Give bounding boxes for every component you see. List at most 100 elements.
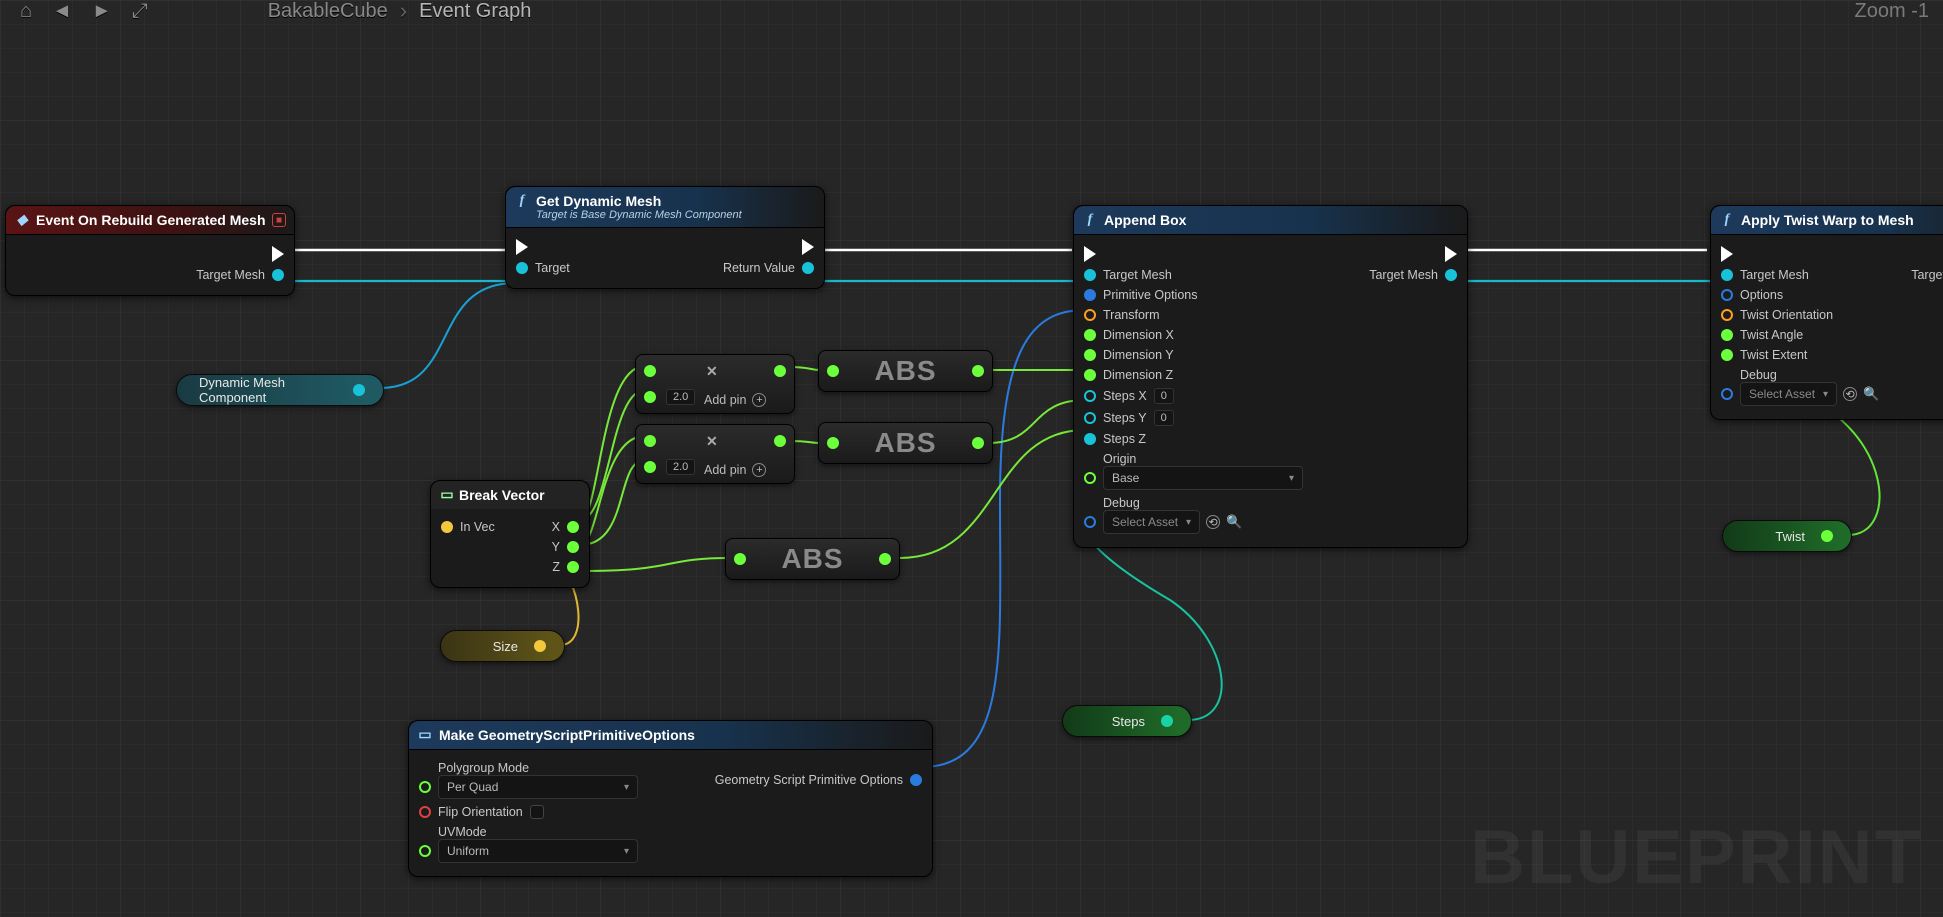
pin-origin[interactable] bbox=[1084, 472, 1096, 484]
pin-targetmesh[interactable] bbox=[1721, 269, 1733, 281]
stepsx-val[interactable]: 0 bbox=[1154, 388, 1174, 404]
node-title: Break Vector bbox=[459, 487, 545, 503]
uvmode-dropdown[interactable]: Uniform▾ bbox=[438, 839, 638, 863]
pin-stepsz[interactable] bbox=[1084, 433, 1096, 445]
node-apply-twist[interactable]: f Apply Twist Warp to Mesh Target Mesh T… bbox=[1710, 205, 1943, 420]
pin-in-1[interactable] bbox=[644, 461, 656, 473]
node-make-primitive-options[interactable]: ▭ Make GeometryScriptPrimitiveOptions Po… bbox=[408, 720, 933, 877]
breadcrumb-root[interactable]: BakableCube bbox=[268, 0, 388, 23]
exec-out[interactable] bbox=[802, 239, 814, 255]
pin-out[interactable] bbox=[879, 553, 891, 565]
pin-out[interactable] bbox=[774, 435, 786, 447]
pin-x[interactable] bbox=[567, 521, 579, 533]
pin-out[interactable] bbox=[972, 437, 984, 449]
exec-in[interactable] bbox=[1721, 246, 1733, 262]
pin-in-1[interactable] bbox=[644, 391, 656, 403]
chevron-down-icon: ▾ bbox=[1823, 389, 1828, 400]
search-icon[interactable]: 🔍 bbox=[1226, 514, 1242, 530]
pin-in[interactable] bbox=[827, 365, 839, 377]
node-abs-1[interactable]: ABS bbox=[818, 350, 993, 392]
pin-y[interactable] bbox=[567, 541, 579, 553]
var-steps[interactable]: Steps bbox=[1062, 705, 1192, 737]
pin-options[interactable] bbox=[1721, 289, 1733, 301]
pin-angle[interactable] bbox=[1721, 329, 1733, 341]
mul-value[interactable]: 2.0 bbox=[666, 459, 695, 475]
origin-dropdown[interactable]: Base▾ bbox=[1103, 466, 1303, 490]
exec-in[interactable] bbox=[516, 239, 528, 255]
pin-uvmode[interactable] bbox=[419, 845, 431, 857]
pin-out-targetmesh[interactable] bbox=[1445, 269, 1457, 281]
home-icon[interactable]: ⌂ bbox=[20, 0, 32, 23]
function-icon: f bbox=[1719, 212, 1735, 228]
pin-debug[interactable] bbox=[1084, 516, 1096, 528]
var-twist[interactable]: Twist bbox=[1722, 520, 1852, 552]
pin-out[interactable] bbox=[534, 640, 546, 652]
pin-in-0[interactable] bbox=[644, 435, 656, 447]
pin-out[interactable] bbox=[972, 365, 984, 377]
toolbar: ⌂ ◄ ► ⤢ BakableCube › Event Graph bbox=[0, 0, 1943, 22]
pin-dimz[interactable] bbox=[1084, 369, 1096, 381]
stop-icon[interactable]: ■ bbox=[272, 213, 286, 227]
pin-debug[interactable] bbox=[1721, 388, 1733, 400]
node-abs-3[interactable]: ABS bbox=[725, 538, 900, 580]
pin-in-label: In Vec bbox=[460, 520, 495, 534]
pin-flip[interactable] bbox=[419, 806, 431, 818]
pin-dimy[interactable] bbox=[1084, 349, 1096, 361]
reset-icon[interactable]: ⟲ bbox=[1206, 515, 1220, 529]
multiply-icon: ✕ bbox=[706, 363, 718, 380]
pin-out[interactable] bbox=[1821, 530, 1833, 542]
forward-icon[interactable]: ► bbox=[92, 0, 112, 23]
var-size[interactable]: Size bbox=[440, 630, 565, 662]
node-multiply-a[interactable]: ✕ 2.0 Add pin + bbox=[635, 354, 795, 414]
pin-extent[interactable] bbox=[1721, 349, 1733, 361]
reset-icon[interactable]: ⟲ bbox=[1843, 387, 1857, 401]
polymode-dropdown[interactable]: Per Quad▾ bbox=[438, 775, 638, 799]
search-icon[interactable]: 🔍 bbox=[1863, 386, 1879, 402]
pin-in-vec[interactable] bbox=[441, 521, 453, 533]
breadcrumb-leaf[interactable]: Event Graph bbox=[419, 0, 531, 23]
exec-in[interactable] bbox=[1084, 246, 1096, 262]
back-icon[interactable]: ◄ bbox=[52, 0, 72, 23]
node-get-dynamic-mesh[interactable]: f Get Dynamic Mesh Target is Base Dynami… bbox=[505, 186, 825, 289]
pin-out-targetmesh[interactable] bbox=[272, 269, 284, 281]
struct-icon: ▭ bbox=[417, 727, 433, 743]
pin-z[interactable] bbox=[567, 561, 579, 573]
var-dynamic-mesh-component[interactable]: Dynamic Mesh Component bbox=[176, 374, 384, 406]
exec-out[interactable] bbox=[1445, 246, 1457, 262]
breadcrumb[interactable]: BakableCube › Event Graph bbox=[268, 0, 532, 24]
pin-out[interactable] bbox=[774, 365, 786, 377]
node-event-rebuild[interactable]: ◆ Event On Rebuild Generated Mesh ■ Targ… bbox=[5, 205, 295, 296]
node-break-vector[interactable]: ▭ Break Vector In Vec X Y Z bbox=[430, 480, 590, 588]
add-pin[interactable]: Add pin + bbox=[704, 393, 766, 407]
pin-transform[interactable] bbox=[1084, 309, 1096, 321]
pin-targetmesh[interactable] bbox=[1084, 269, 1096, 281]
pin-stepsy[interactable] bbox=[1084, 412, 1096, 424]
pin-out[interactable] bbox=[353, 384, 365, 396]
pin-return[interactable] bbox=[802, 262, 814, 274]
pin-in[interactable] bbox=[827, 437, 839, 449]
plus-icon: + bbox=[752, 393, 766, 407]
pin-in[interactable] bbox=[734, 553, 746, 565]
expand-icon[interactable]: ⤢ bbox=[132, 0, 148, 23]
flip-checkbox[interactable] bbox=[530, 805, 544, 819]
mul-value[interactable]: 2.0 bbox=[666, 389, 695, 405]
node-append-box[interactable]: f Append Box Target Mesh Target Mesh Pri… bbox=[1073, 205, 1468, 548]
pin-out[interactable] bbox=[1161, 715, 1173, 727]
pin-out[interactable] bbox=[910, 774, 922, 786]
pin-y-label: Y bbox=[552, 540, 560, 554]
stepsy-val[interactable]: 0 bbox=[1154, 410, 1174, 426]
debug-dropdown[interactable]: Select Asset▾ bbox=[1103, 510, 1200, 534]
pin-primopts[interactable] bbox=[1084, 289, 1096, 301]
chevron-down-icon: ▾ bbox=[1289, 473, 1294, 484]
pin-stepsx[interactable] bbox=[1084, 390, 1096, 402]
node-abs-2[interactable]: ABS bbox=[818, 422, 993, 464]
pin-target[interactable] bbox=[516, 262, 528, 274]
debug-dropdown[interactable]: Select Asset▾ bbox=[1740, 382, 1837, 406]
pin-in-0[interactable] bbox=[644, 365, 656, 377]
node-multiply-b[interactable]: ✕ 2.0 Add pin + bbox=[635, 424, 795, 484]
exec-out[interactable] bbox=[272, 246, 284, 262]
pin-dimx[interactable] bbox=[1084, 329, 1096, 341]
add-pin[interactable]: Add pin + bbox=[704, 463, 766, 477]
pin-orient[interactable] bbox=[1721, 309, 1733, 321]
pin-polymode[interactable] bbox=[419, 781, 431, 793]
